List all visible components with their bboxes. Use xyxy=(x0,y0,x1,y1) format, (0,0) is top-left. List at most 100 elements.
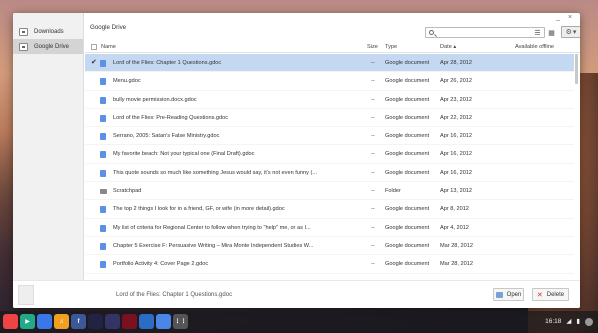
column-type[interactable]: Type xyxy=(385,44,397,50)
file-name: Chapter 5 Exercise F: Persuasive Writing… xyxy=(113,242,314,249)
file-date: Apr 16, 2012 xyxy=(440,151,473,158)
play-store-icon[interactable]: ▶ xyxy=(20,314,35,329)
file-name: bully movie permission.docx.gdoc xyxy=(113,96,197,103)
file-size: -- xyxy=(371,114,375,121)
selected-file-name: Lord of the Flies: Chapter 1 Questions.g… xyxy=(116,292,233,298)
file-row[interactable]: Portfolio Activity 4: Cover Page 1.gdoc -… xyxy=(85,274,574,276)
file-size: -- xyxy=(371,151,375,158)
grid-view-button[interactable]: ▦ xyxy=(546,27,557,38)
column-date[interactable]: Date ▴ xyxy=(440,44,456,50)
delete-button[interactable]: ✕ Delete xyxy=(532,288,569,301)
chrome-icon[interactable] xyxy=(3,314,18,329)
folder-icon xyxy=(100,189,107,195)
file-type: Google document xyxy=(385,224,430,231)
file-size: -- xyxy=(371,78,375,85)
file-type: Google document xyxy=(385,114,430,121)
file-name: Portfolio Activity 4: Cover Page 1.gdoc xyxy=(113,274,363,276)
file-size: -- xyxy=(371,206,375,213)
clock: 16:18 xyxy=(545,318,562,325)
column-name[interactable]: Name xyxy=(101,44,116,50)
file-date: Apr 23, 2012 xyxy=(440,96,473,103)
file-size: -- xyxy=(371,242,375,249)
shield-icon[interactable] xyxy=(139,314,154,329)
file-row[interactable]: Serrano, 2005: Satan's False Ministry.gd… xyxy=(85,127,574,146)
file-row[interactable]: Lord of the Flies: Pre-Reading Questions… xyxy=(85,109,574,128)
file-type: Google document xyxy=(385,274,429,276)
close-icon[interactable]: × xyxy=(566,14,574,22)
file-row[interactable]: My favorite beach: Not your typical one … xyxy=(85,145,574,164)
sidebar-item-label: Downloads xyxy=(34,28,64,35)
files-icon[interactable] xyxy=(156,314,171,329)
file-type: Google document xyxy=(385,133,430,140)
minimize-icon[interactable]: _ xyxy=(554,14,562,22)
document-icon xyxy=(100,96,106,104)
battery-icon: ▮ xyxy=(576,318,580,325)
download-folder-icon xyxy=(19,27,28,36)
column-offline[interactable]: Available offline xyxy=(515,44,554,50)
file-size: -- xyxy=(371,169,375,176)
toolbar: Google Drive ☰ ▦ ⚙ ▾ xyxy=(85,13,580,41)
files-app-window: _ × Downloads Google Drive Google Drive … xyxy=(13,13,580,308)
file-row[interactable]: The top 2 things I look for in a friend,… xyxy=(85,200,574,219)
file-type: Google document xyxy=(385,242,430,249)
file-size: -- xyxy=(371,133,375,140)
settings-button[interactable]: ⚙ ▾ xyxy=(561,26,580,38)
file-date: Apr 16, 2012 xyxy=(440,133,473,140)
file-row[interactable]: Chapter 5 Exercise F: Persuasive Writing… xyxy=(85,237,574,256)
file-size: -- xyxy=(371,188,375,195)
status-tray[interactable]: 16:18 ◢ ▮ xyxy=(545,311,593,333)
window-controls: _ × xyxy=(554,14,574,22)
facebook-icon[interactable]: f xyxy=(71,314,86,329)
folder-row[interactable]: Scratchpad -- Folder Apr 13, 2012 xyxy=(85,182,574,201)
file-size: -- xyxy=(371,274,375,276)
shelf-apps: ▶ ♫ f ⋮⋮ xyxy=(3,314,188,329)
open-icon xyxy=(495,291,503,298)
delete-icon: ✕ xyxy=(536,291,543,299)
news-icon[interactable] xyxy=(88,314,103,329)
document-icon xyxy=(100,224,106,232)
document-icon xyxy=(100,133,106,141)
file-name: This quote sounds so much like something… xyxy=(113,169,317,176)
file-row[interactable]: This quote sounds so much like something… xyxy=(85,164,574,183)
open-button[interactable]: Open xyxy=(493,288,524,301)
scrollbar[interactable] xyxy=(575,54,579,276)
checkmark-icon: ✔ xyxy=(91,59,97,66)
file-row[interactable]: My list of criteria for Regional Center … xyxy=(85,219,574,237)
scrollbar-thumb[interactable] xyxy=(575,54,578,84)
sidebar-item-google-drive[interactable]: Google Drive xyxy=(13,39,83,54)
file-type: Google document xyxy=(385,96,430,103)
open-label: Open xyxy=(506,291,522,298)
file-size: -- xyxy=(371,261,375,268)
sidebar-item-label: Google Drive xyxy=(34,43,70,50)
list-view-icon: ☰ xyxy=(534,29,541,37)
bible-icon[interactable] xyxy=(122,314,137,329)
chevron-down-icon: ▾ xyxy=(572,29,577,36)
file-date: Apr 26, 2012 xyxy=(440,78,473,85)
column-header: Name Size Type Date ▴ Available offline xyxy=(85,41,580,53)
search-icon xyxy=(429,30,434,35)
file-name: My favorite beach: Not your typical one … xyxy=(113,151,255,158)
list-view-button[interactable]: ☰ xyxy=(532,27,543,38)
docs-icon[interactable] xyxy=(37,314,52,329)
apps-launcher-icon[interactable]: ⋮⋮ xyxy=(173,314,188,329)
headphones-icon[interactable]: ♫ xyxy=(54,314,69,329)
sidebar-item-downloads[interactable]: Downloads xyxy=(13,24,83,39)
file-name: Serrano, 2005: Satan's False Ministry.gd… xyxy=(113,133,220,140)
select-all-checkbox[interactable] xyxy=(91,43,97,50)
file-row[interactable]: Menu.gdoc -- Google document Apr 26, 2012 xyxy=(85,72,574,91)
breadcrumb[interactable]: Google Drive xyxy=(90,24,126,31)
file-date: Apr 16, 2012 xyxy=(440,169,473,176)
file-row[interactable]: Portfolio Activity 4: Cover Page 2.gdoc -… xyxy=(85,255,574,274)
document-icon xyxy=(100,78,106,86)
search-input[interactable] xyxy=(425,27,545,38)
wifi-icon: ◢ xyxy=(566,318,572,325)
file-row[interactable]: ✔ Lord of the Flies: Chapter 1 Questions.… xyxy=(85,54,574,73)
document-icon xyxy=(100,261,106,269)
column-size[interactable]: Size xyxy=(367,44,378,50)
file-type: Google document xyxy=(385,60,430,66)
news-icon-2[interactable] xyxy=(105,314,120,329)
file-type: Google document xyxy=(385,206,430,213)
file-name: The top 2 things I look for in a friend,… xyxy=(113,206,285,213)
delete-label: Delete xyxy=(546,291,565,298)
file-row[interactable]: bully movie permission.docx.gdoc -- Google… xyxy=(85,91,574,109)
